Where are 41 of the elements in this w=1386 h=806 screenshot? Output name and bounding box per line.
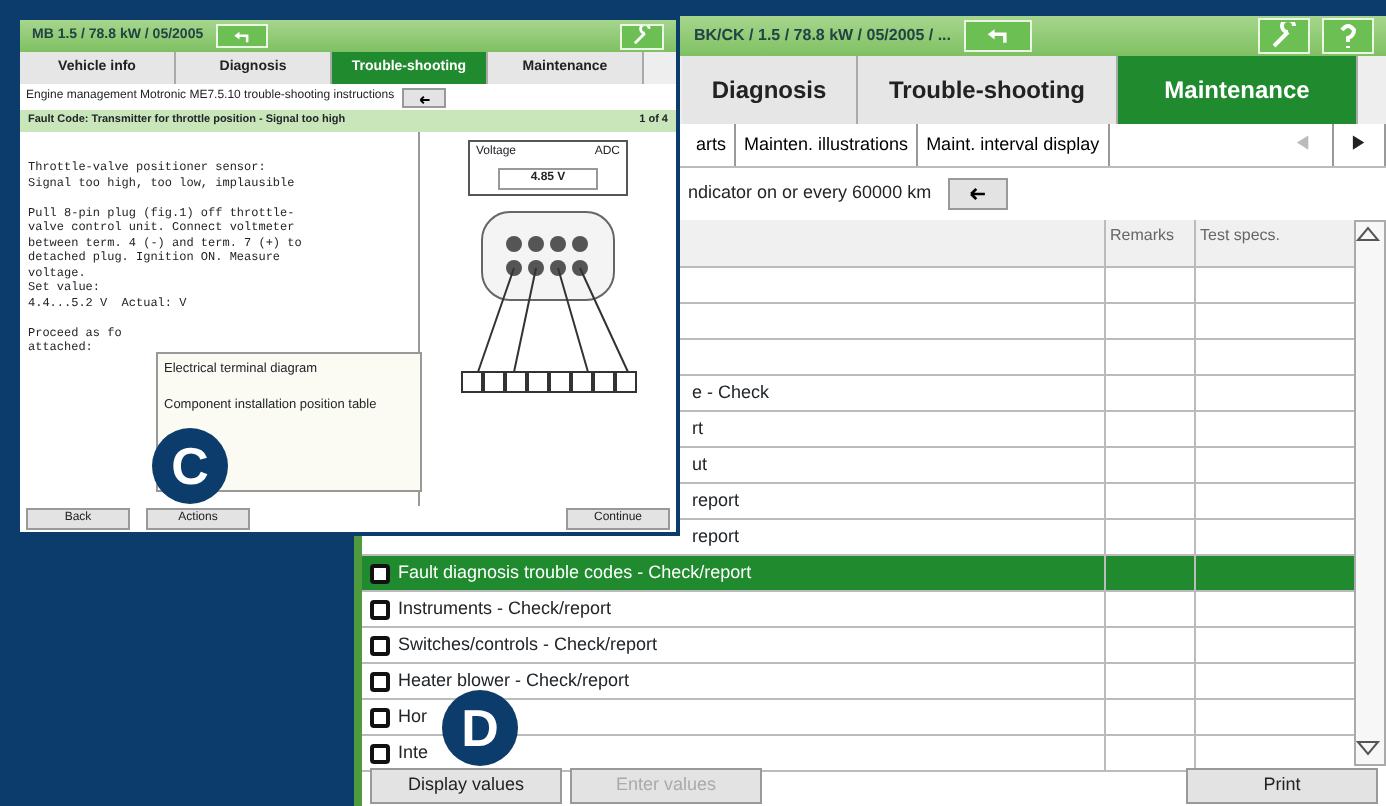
task-label: Fault diagnosis trouble codes - Check/report xyxy=(398,559,752,586)
window-title: BK/CK / 1.5 / 78.8 kW / 05/2005 / ... xyxy=(694,24,952,48)
task-label: Instruments - Check/report xyxy=(398,595,612,622)
checkbox-icon xyxy=(370,671,390,691)
action-button[interactable]: Display values xyxy=(370,768,562,804)
tab[interactable]: Maintenance xyxy=(1118,56,1358,124)
right-arrow-icon xyxy=(1349,134,1369,155)
checkbox-icon xyxy=(370,599,390,619)
checkbox-icon xyxy=(370,635,390,655)
wrench-icon xyxy=(632,26,652,46)
column-header: Remarks xyxy=(1104,220,1194,266)
table-row[interactable]: Switches/controls - Check/report xyxy=(362,628,1354,664)
back-button[interactable] xyxy=(947,178,1008,210)
wrench-button[interactable] xyxy=(1258,18,1310,54)
wrench-button[interactable] xyxy=(620,23,664,49)
checkbox-icon xyxy=(370,743,390,763)
checkbox-icon xyxy=(370,563,390,583)
back-button[interactable] xyxy=(402,87,447,107)
instruction-text: ndicator on or every 60000 km xyxy=(688,180,932,207)
tab[interactable]: Trouble-shooting xyxy=(858,56,1118,124)
checkbox-icon xyxy=(370,707,390,727)
task-label: e - Check xyxy=(692,379,770,406)
task-label: Switches/controls - Check/report xyxy=(398,631,658,658)
scrollbar[interactable] xyxy=(1354,220,1386,766)
task-label: Inte xyxy=(398,739,429,766)
back-arrow-icon xyxy=(983,24,1012,48)
task-label: report xyxy=(692,523,740,550)
task-label: rt xyxy=(692,415,703,442)
table-row[interactable]: Fault diagnosis trouble codes - Check/report xyxy=(362,556,1354,592)
help-button[interactable] xyxy=(1322,18,1374,54)
wrench-icon xyxy=(1270,22,1298,50)
tab[interactable]: Diagnosis xyxy=(682,56,858,124)
back-arrow-icon xyxy=(231,27,252,45)
task-label: Heater blower - Check/report xyxy=(398,667,630,694)
task-label: report xyxy=(692,487,740,514)
task-label: Hor xyxy=(398,703,428,730)
task-label: ut xyxy=(692,451,708,478)
action-button[interactable]: Print xyxy=(1186,768,1378,804)
table-row[interactable]: Instruments - Check/report xyxy=(362,592,1354,628)
left-arrow-icon xyxy=(1293,134,1313,155)
back-arrow-icon xyxy=(415,92,434,109)
